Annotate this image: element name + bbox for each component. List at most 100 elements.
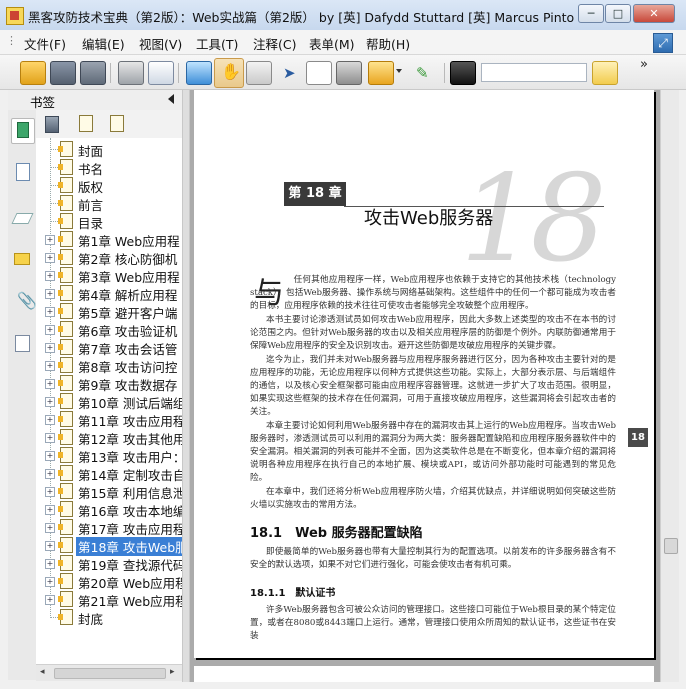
page-icon [58, 267, 73, 283]
expand-toggle[interactable]: + [45, 271, 55, 281]
menu-tools[interactable]: 工具(T) [196, 34, 238, 53]
bookmark-item[interactable]: 书名 [36, 158, 182, 177]
delete-icon[interactable] [45, 116, 59, 133]
expand-toggle[interactable]: + [45, 379, 55, 389]
comments-tab-icon[interactable] [11, 248, 33, 272]
collapse-panel-icon[interactable] [168, 94, 174, 104]
dropdown-arrow-icon[interactable] [396, 69, 402, 73]
scrollbar-thumb[interactable] [54, 668, 166, 679]
zoom-icon[interactable] [246, 61, 272, 85]
bookmark-item-selected[interactable]: + 第18章 攻击Web服 [36, 536, 182, 556]
scrollbar-thumb[interactable] [664, 538, 678, 554]
save-icon[interactable] [50, 61, 76, 85]
expand-toggle[interactable]: + [45, 397, 55, 407]
expand-toggle[interactable]: + [45, 343, 55, 353]
bookmark-item[interactable]: + 第14章 定制攻击自 [36, 464, 182, 483]
expand-toggle[interactable]: + [45, 253, 55, 263]
bookmark-item[interactable]: + 第5章 避开客户端 [36, 302, 182, 321]
layers-tab-icon[interactable] [11, 206, 34, 230]
bookmark-item[interactable]: + 第7章 攻击会话管 [36, 338, 182, 357]
expand-toggle[interactable]: + [45, 325, 55, 335]
expand-toggle[interactable]: + [45, 541, 55, 551]
expand-bookmark-icon[interactable] [110, 115, 124, 132]
expand-toggle[interactable]: + [45, 433, 55, 443]
maximize-button[interactable]: □ [605, 4, 631, 23]
find-icon[interactable] [450, 61, 476, 85]
pages-tab-icon[interactable] [11, 160, 33, 184]
bookmark-item[interactable]: + 第8章 攻击访问控 [36, 356, 182, 375]
snapshot-icon[interactable] [336, 61, 362, 85]
rights-icon[interactable] [368, 61, 394, 85]
email-icon[interactable] [148, 61, 174, 85]
menu-comments[interactable]: 注释(C) [253, 34, 296, 53]
search-input[interactable] [481, 63, 587, 82]
sign-icon[interactable]: ✎ [410, 61, 436, 85]
bookmark-item[interactable]: + 第2章 核心防御机 [36, 248, 182, 267]
open-folder-icon[interactable] [20, 61, 46, 85]
document-page[interactable]: 18 第 18 章 攻击Web服务器 与 任何其他应用程序一样，Web应用程序也… [194, 90, 654, 658]
expand-toggle[interactable]: + [45, 523, 55, 533]
menu-edit[interactable]: 编辑(E) [82, 34, 125, 53]
new-bookmark-icon[interactable] [79, 115, 93, 132]
bookmark-item[interactable]: 封底 [36, 608, 182, 627]
bookmark-item[interactable]: + 第4章 解析应用程 [36, 284, 182, 303]
document-vertical-scrollbar[interactable] [660, 90, 679, 682]
expand-toggle[interactable]: + [45, 487, 55, 497]
expand-toggle[interactable]: + [45, 505, 55, 515]
bookmark-item[interactable]: + 第15章 利用信息泄 [36, 482, 182, 501]
scroll-left-icon[interactable]: ◂ [40, 667, 45, 677]
menu-file[interactable]: 文件(F) [24, 34, 66, 53]
bookmark-item[interactable]: + 第1章 Web应用程 [36, 230, 182, 249]
bookmark-item[interactable]: + 第16章 攻击本地编 [36, 500, 182, 519]
toolbar-overflow-button[interactable]: » [640, 57, 648, 72]
section-heading: 18.1 Web 服务器配置缺陷 [250, 526, 423, 541]
expand-toggle[interactable]: + [45, 577, 55, 587]
expand-toggle[interactable]: + [45, 451, 55, 461]
expand-toggle[interactable]: + [45, 559, 55, 569]
bookmark-item[interactable]: + 第17章 攻击应用程 [36, 518, 182, 537]
bookmark-item[interactable]: + 第19章 查找源代码 [36, 554, 182, 573]
select-arrow-icon[interactable]: ➤ [276, 61, 302, 85]
bookmark-item[interactable]: + 第3章 Web应用程 [36, 266, 182, 285]
expand-toggle[interactable]: + [45, 415, 55, 425]
text-select-icon[interactable] [306, 61, 332, 85]
close-button[interactable]: ✕ [633, 4, 675, 23]
bookmark-item[interactable]: + 第20章 Web应用程 [36, 572, 182, 591]
search-go-icon[interactable] [592, 61, 618, 85]
page-icon [58, 555, 73, 571]
signatures-tab-icon[interactable] [11, 332, 33, 356]
hand-tool-icon[interactable]: ✋ [214, 58, 244, 88]
bookmark-item[interactable]: 版权 [36, 176, 182, 195]
scroll-right-icon[interactable]: ▸ [170, 667, 175, 677]
attachments-tab-icon[interactable]: 📎 [11, 290, 37, 314]
bookmark-item[interactable]: + 第13章 攻击用户： [36, 446, 182, 465]
bookmark-tools [36, 110, 182, 139]
print-icon[interactable] [118, 61, 144, 85]
menu-help[interactable]: 帮助(H) [366, 34, 410, 53]
bookmark-item[interactable]: 目录 [36, 212, 182, 231]
expand-toggle[interactable]: + [45, 595, 55, 605]
expand-icon[interactable]: ⤢ [653, 33, 673, 53]
minimize-button[interactable]: ─ [578, 4, 604, 23]
bookmark-item[interactable]: + 第21章 Web应用程 [36, 590, 182, 609]
bookmarks-horizontal-scrollbar[interactable]: ◂ ▸ [36, 664, 182, 681]
expand-toggle[interactable]: + [45, 361, 55, 371]
screen-icon[interactable] [186, 61, 212, 85]
expand-toggle[interactable]: + [45, 289, 55, 299]
save-copy-icon[interactable] [80, 61, 106, 85]
expand-toggle[interactable]: + [45, 235, 55, 245]
chapter-title: 攻击Web服务器 [364, 208, 494, 229]
menu-forms[interactable]: 表单(M) [309, 34, 355, 53]
bookmark-item[interactable]: + 第9章 攻击数据存 [36, 374, 182, 393]
menu-view[interactable]: 视图(V) [139, 34, 182, 53]
panel-splitter[interactable] [182, 90, 190, 682]
bookmark-item[interactable]: 封面 [36, 140, 182, 159]
bookmark-item[interactable]: + 第12章 攻击其他用 [36, 428, 182, 447]
bookmarks-tab-icon[interactable] [11, 118, 35, 144]
bookmark-item[interactable]: + 第6章 攻击验证机 [36, 320, 182, 339]
expand-toggle[interactable]: + [45, 469, 55, 479]
bookmark-item[interactable]: + 第10章 测试后端组 [36, 392, 182, 411]
bookmark-item[interactable]: + 第11章 攻击应用程 [36, 410, 182, 429]
bookmark-item[interactable]: 前言 [36, 194, 182, 213]
expand-toggle[interactable]: + [45, 307, 55, 317]
